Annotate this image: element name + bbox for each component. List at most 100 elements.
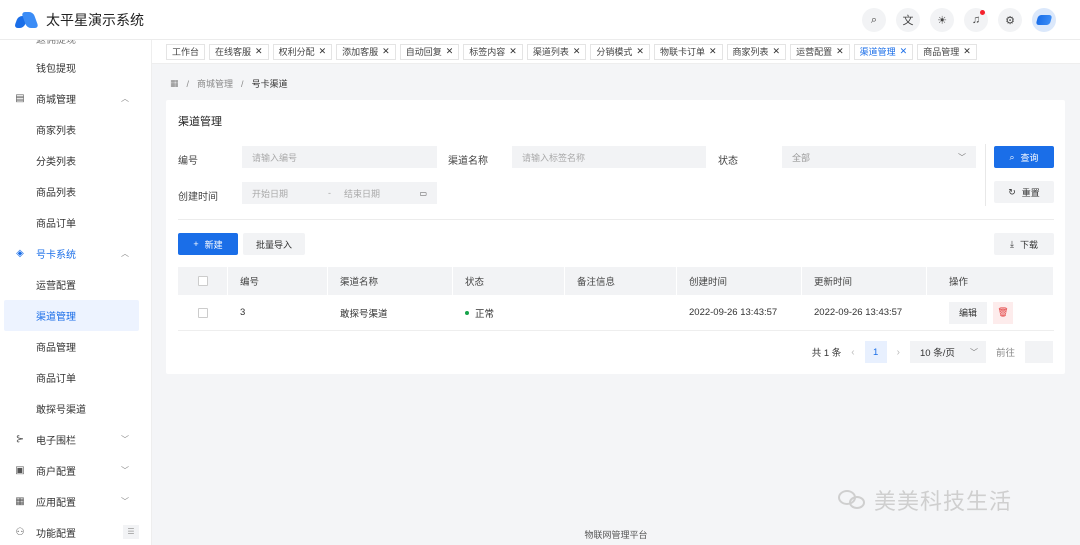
breadcrumb-current: 号卡渠道 <box>251 79 288 89</box>
end-date-input[interactable]: 结束日期 <box>344 187 380 200</box>
wechat-icon <box>838 488 868 512</box>
sidebar-item-gantan-channel[interactable]: 敢探号渠道 <box>0 393 151 424</box>
close-icon[interactable]: ✕ <box>255 46 263 57</box>
sidebar-group-geofence[interactable]: ⊱ 电子围栏 ﹀ <box>0 424 151 455</box>
sidebar-item-wallet-withdraw[interactable]: 钱包提现 <box>0 52 151 83</box>
translate-icon[interactable]: 文 <box>896 8 920 32</box>
close-icon[interactable]: ✕ <box>446 46 454 57</box>
sidebar-item-cut[interactable]: 返佣提现 <box>0 40 151 52</box>
sidebar-item-category-list[interactable]: 分类列表 <box>0 145 151 176</box>
sidebar-item-label: 商户配置 <box>36 467 76 478</box>
sidebar-item-channel-management[interactable]: 渠道管理 <box>4 300 139 331</box>
column-header-name: 渠道名称 <box>328 267 453 295</box>
sidebar-item-product-orders[interactable]: 商品订单 <box>0 207 151 238</box>
chevron-down-icon: ﹀ <box>969 347 978 357</box>
tab-label: 商品管理 <box>923 47 960 57</box>
start-date-input[interactable]: 开始日期 <box>252 187 288 200</box>
tab-workbench[interactable]: 工作台 <box>166 43 206 60</box>
close-icon[interactable]: ✕ <box>382 46 390 57</box>
app-title: 太平星演示系统 <box>46 11 144 28</box>
goto-label: 前往 <box>995 348 1015 359</box>
close-icon[interactable]: ✕ <box>573 46 581 57</box>
status-select[interactable]: 全部 ﹀ <box>782 146 976 168</box>
batch-import-button[interactable]: 批量导入 <box>243 233 305 255</box>
close-icon[interactable]: ✕ <box>836 46 844 57</box>
query-button-label: 查询 <box>1020 152 1039 163</box>
filter-divider <box>985 144 986 206</box>
column-header-actions: 操作 <box>927 267 1054 295</box>
calendar-icon: ▭ <box>419 188 427 198</box>
tab-distribution[interactable]: 分销模式 ✕ <box>590 43 650 60</box>
tab-online-service[interactable]: 在线客服 ✕ <box>209 43 269 60</box>
sidebar-item-merchant-list[interactable]: 商家列表 <box>0 114 151 145</box>
add-button[interactable]: + 新建 <box>178 233 238 255</box>
watermark: 美美科技生活 <box>838 484 1012 516</box>
close-icon[interactable]: ✕ <box>509 46 517 57</box>
tab-label: 权利分配 <box>278 47 315 57</box>
download-button[interactable]: ⤓ 下载 <box>994 233 1054 255</box>
avatar[interactable] <box>1032 8 1056 32</box>
app-logo[interactable]: 太平星演示系统 <box>13 10 144 30</box>
tab-channel-management[interactable]: 渠道管理 ✕ <box>853 43 914 60</box>
chevron-down-icon: ﹀ <box>121 497 129 506</box>
sidebar-item-label: 功能配置 <box>36 529 76 540</box>
close-icon[interactable]: ✕ <box>319 46 327 57</box>
sidebar-item-label: 商品管理 <box>36 343 76 354</box>
close-icon[interactable]: ✕ <box>709 46 717 57</box>
cell-actions: 编辑 🗑 <box>927 295 1054 330</box>
row-checkbox[interactable] <box>178 295 228 330</box>
sidebar-collapse-icon[interactable]: ☰ <box>123 525 139 539</box>
section-divider <box>178 219 1054 220</box>
sidebar-item-card-orders[interactable]: 商品订单 <box>0 362 151 393</box>
search-icon: ⌕ <box>1009 151 1015 162</box>
apps-icon: ▦ <box>15 496 25 507</box>
tab-label: 工作台 <box>172 47 200 57</box>
sidebar-group-app-config[interactable]: ▦ 应用配置 ﹀ <box>0 486 151 517</box>
sidebar-item-product-list[interactable]: 商品列表 <box>0 176 151 207</box>
sidebar-item-product-management[interactable]: 商品管理 <box>0 331 151 362</box>
settings-icon[interactable]: ⚙ <box>998 8 1022 32</box>
date-range-picker[interactable]: 开始日期 - 结束日期 ▭ <box>242 182 437 204</box>
channel-name-input[interactable]: 请输入标签名称 <box>512 146 706 168</box>
tab-auto-reply[interactable]: 自动回复 ✕ <box>399 43 460 60</box>
next-page-icon[interactable]: › <box>897 347 900 358</box>
reset-button[interactable]: ↻ 重置 <box>994 181 1054 203</box>
tab-channel-list[interactable]: 渠道列表 ✕ <box>526 43 587 60</box>
tab-merchant-list[interactable]: 商家列表 ✕ <box>726 43 787 60</box>
tab-add-service[interactable]: 添加客服 ✕ <box>336 43 396 60</box>
tab-iot-orders[interactable]: 物联卡订单 ✕ <box>653 43 723 60</box>
channel-table: 编号 渠道名称 状态 备注信息 创建时间 更新时间 操作 3 敢探号渠道 正常 … <box>178 267 1054 331</box>
search-icon[interactable]: ⌕ <box>862 8 886 32</box>
tab-product-management[interactable]: 商品管理 ✕ <box>917 43 977 60</box>
close-icon[interactable]: ✕ <box>963 46 971 57</box>
store-icon: ▤ <box>15 93 25 104</box>
grid-icon[interactable]: ▦ <box>170 78 179 89</box>
column-header-updated: 更新时间 <box>802 267 927 295</box>
sidebar-group-card-system[interactable]: ◈ 号卡系统 ︿ <box>0 238 151 269</box>
select-all-checkbox[interactable] <box>178 267 228 295</box>
sidebar-item-operation-config[interactable]: 运营配置 <box>0 269 151 300</box>
id-input[interactable]: 请输入编号 <box>242 146 437 168</box>
close-icon[interactable]: ✕ <box>773 46 781 57</box>
channel-name-label: 渠道名称 <box>448 156 488 167</box>
bell-icon[interactable]: ♫ <box>964 8 988 32</box>
sidebar-group-merchant-config[interactable]: ▣ 商户配置 ﹀ <box>0 455 151 486</box>
query-button[interactable]: ⌕ 查询 <box>994 146 1054 168</box>
edit-button[interactable]: 编辑 <box>949 301 988 324</box>
tab-rights[interactable]: 权利分配 ✕ <box>272 43 333 60</box>
breadcrumb-separator: / <box>186 78 190 89</box>
sidebar-group-mall[interactable]: ▤ 商城管理 ︿ <box>0 83 151 114</box>
column-header-created: 创建时间 <box>677 267 802 295</box>
prev-page-icon[interactable]: ‹ <box>851 347 854 358</box>
tab-operation-config[interactable]: 运营配置 ✕ <box>790 43 850 60</box>
page-size-select[interactable]: 10 条/页 ﹀ <box>909 341 986 363</box>
theme-icon[interactable]: ☀ <box>930 8 954 32</box>
tab-tag-content[interactable]: 标签内容 ✕ <box>463 43 523 60</box>
delete-icon[interactable]: 🗑 <box>993 301 1014 324</box>
close-icon[interactable]: ✕ <box>900 46 908 57</box>
cell-updated: 2022-09-26 13:43:57 <box>814 307 903 318</box>
page-number[interactable]: 1 <box>864 341 887 363</box>
goto-page-input[interactable] <box>1025 341 1053 363</box>
breadcrumb-mall[interactable]: 商城管理 <box>197 77 233 90</box>
close-icon[interactable]: ✕ <box>636 46 644 57</box>
